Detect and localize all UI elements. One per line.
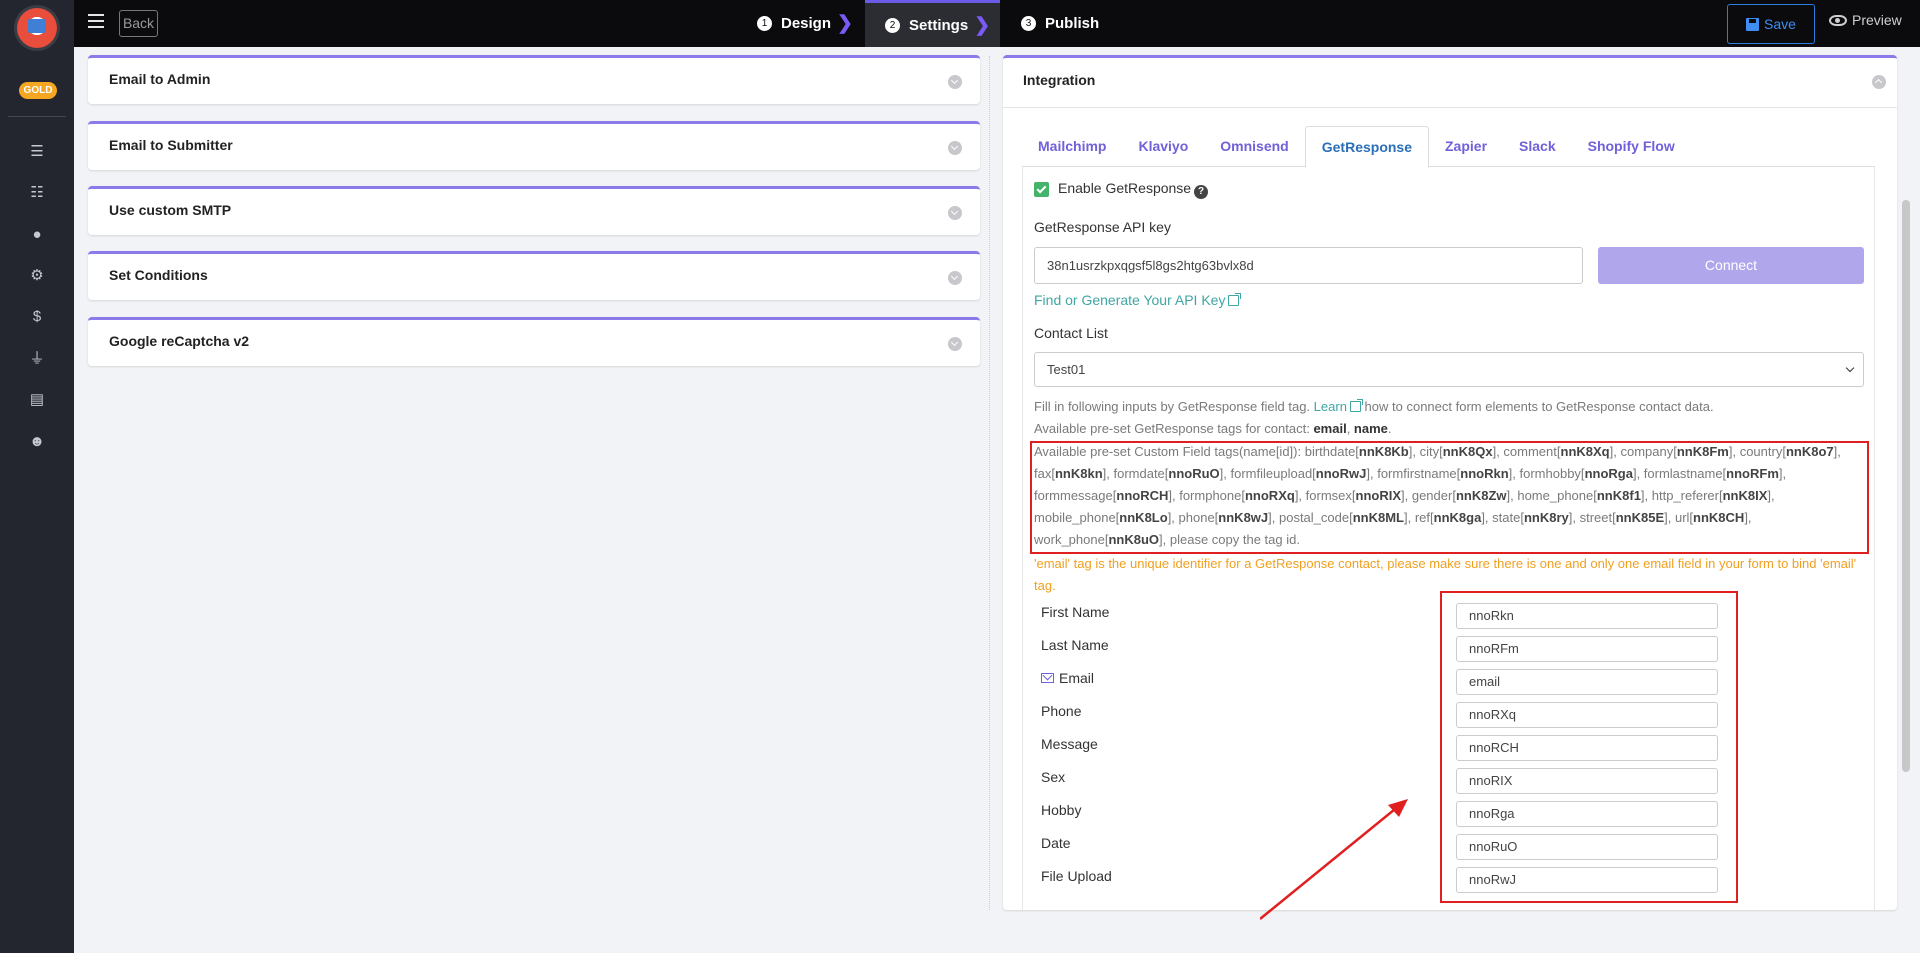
page-scrollbar[interactable] — [1902, 200, 1910, 772]
divider-scrollbar[interactable] — [989, 56, 995, 910]
annotation-box — [1440, 591, 1738, 903]
envelope-icon — [1041, 673, 1054, 683]
external-link-icon — [1228, 293, 1242, 306]
accordion-custom-smtp[interactable]: Use custom SMTP — [88, 186, 980, 235]
find-api-key-link[interactable]: Find or Generate Your API Key — [1034, 292, 1242, 308]
plan-badge: GOLD — [19, 82, 57, 99]
enable-getresponse-label: Enable GetResponse? — [1058, 180, 1209, 199]
enable-getresponse-checkbox[interactable] — [1034, 182, 1049, 197]
preview-button[interactable]: Preview — [1829, 12, 1902, 28]
checklist-icon[interactable]: ☷ — [27, 183, 47, 203]
accordion-email-to-submitter[interactable]: Email to Submitter — [88, 121, 980, 170]
tab-getresponse[interactable]: GetResponse — [1304, 126, 1429, 168]
tab-klaviyo[interactable]: Klaviyo — [1122, 126, 1204, 167]
floppy-disk-icon — [1746, 17, 1760, 31]
tab-omnisend[interactable]: Omnisend — [1204, 126, 1304, 167]
field-label: File Upload — [1041, 868, 1112, 884]
api-key-label: GetResponse API key — [1034, 219, 1171, 235]
back-button[interactable]: Back — [119, 10, 158, 37]
learn-link[interactable]: Learn — [1314, 399, 1347, 414]
topbar: Back 1 Design ❯ 2 Settings ❯ 3 Publish S… — [74, 0, 1920, 47]
accordion-recaptcha[interactable]: Google reCaptcha v2 — [88, 317, 980, 366]
external-link-icon — [1349, 399, 1363, 412]
chevron-right-icon: ❯ — [837, 13, 853, 34]
gear-icon[interactable]: ⚙ — [27, 266, 47, 286]
chevron-down-icon — [948, 75, 962, 89]
chevron-up-icon[interactable] — [1872, 75, 1886, 89]
help-icon[interactable]: ? — [1194, 185, 1209, 199]
annotation-box — [1030, 441, 1869, 554]
smile-icon[interactable]: ☻ — [27, 432, 47, 452]
chevron-down-icon — [948, 271, 962, 285]
plug-icon[interactable]: ⏚ — [27, 349, 47, 369]
fill-instructions: Fill in following inputs by GetResponse … — [1034, 399, 1714, 414]
document-icon[interactable]: ▤ — [27, 390, 47, 410]
accordion-set-conditions[interactable]: Set Conditions — [88, 251, 980, 300]
field-label: Email — [1041, 670, 1094, 686]
field-label: Sex — [1041, 769, 1066, 785]
tab-zapier[interactable]: Zapier — [1429, 126, 1503, 167]
field-label: Phone — [1041, 703, 1082, 719]
app-logo[interactable] — [17, 8, 57, 48]
api-key-input[interactable]: 38n1usrzkpxqgsf5l8gs2htg63bvlx8d — [1034, 247, 1583, 284]
list-icon[interactable]: ☰ — [27, 142, 47, 162]
panel-title: Integration — [1023, 72, 1096, 88]
chevron-right-icon: ❯ — [974, 14, 991, 36]
step-publish[interactable]: 3 Publish — [1021, 0, 1099, 47]
annotation-arrow — [1260, 799, 1408, 920]
sidebar: GOLD ☰ ☷ ● ⚙ $ ⏚ ▤ ☻ — [0, 0, 74, 953]
field-label: Date — [1041, 835, 1071, 851]
tab-shopify-flow[interactable]: Shopify Flow — [1572, 126, 1691, 167]
field-label: Hobby — [1041, 802, 1082, 818]
step-settings[interactable]: 2 Settings ❯ — [865, 0, 1000, 47]
preset-tags: Available pre-set GetResponse tags for c… — [1034, 421, 1392, 436]
user-icon[interactable]: ● — [27, 225, 47, 245]
save-button[interactable]: Save — [1727, 4, 1815, 44]
field-label: Message — [1041, 736, 1098, 752]
accordion-email-to-admin[interactable]: Email to Admin — [88, 55, 980, 104]
field-label: Last Name — [1041, 637, 1109, 653]
connect-button[interactable]: Connect — [1598, 247, 1864, 284]
contact-list-select[interactable]: Test01 — [1034, 352, 1864, 387]
step-design[interactable]: 1 Design ❯ — [757, 0, 853, 47]
field-label: First Name — [1041, 604, 1110, 620]
chevron-down-icon — [948, 206, 962, 220]
chevron-down-icon — [1845, 363, 1855, 373]
eye-icon — [1829, 14, 1847, 26]
sidebar-divider — [8, 116, 66, 117]
tab-mailchimp[interactable]: Mailchimp — [1022, 126, 1122, 167]
dollar-icon[interactable]: $ — [27, 307, 47, 327]
tab-slack[interactable]: Slack — [1503, 126, 1572, 167]
hamburger-menu-icon[interactable] — [88, 14, 104, 28]
contact-list-label: Contact List — [1034, 325, 1108, 341]
integration-tabs: Mailchimp Klaviyo Omnisend GetResponse Z… — [1022, 126, 1875, 168]
chevron-down-icon — [948, 337, 962, 351]
chevron-down-icon — [948, 141, 962, 155]
